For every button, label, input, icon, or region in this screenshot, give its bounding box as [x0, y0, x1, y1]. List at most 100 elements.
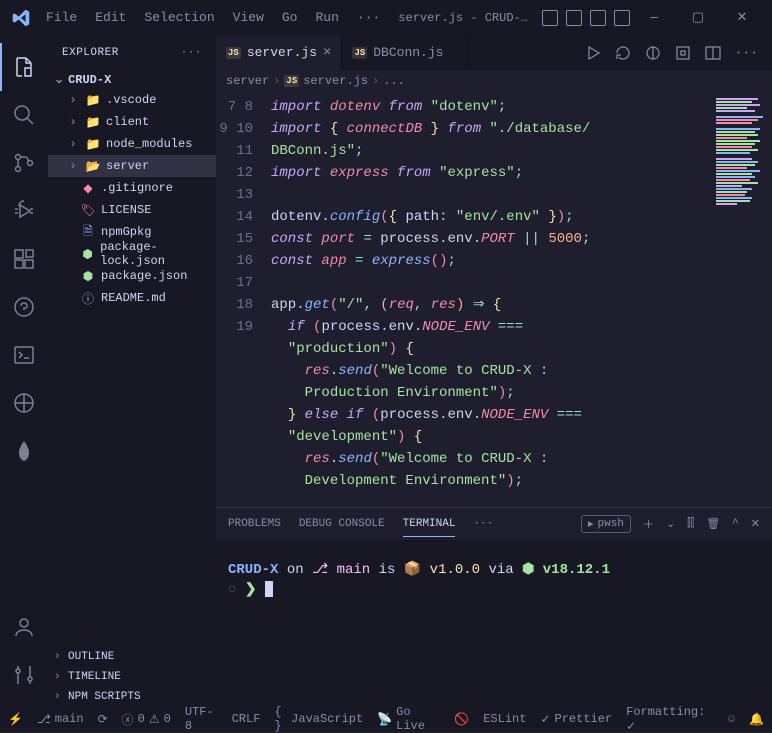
layout-fullscreen-icon[interactable] — [614, 10, 630, 26]
activity-debug-icon[interactable] — [0, 187, 48, 235]
terminal-kill-icon[interactable]: 🗑 — [706, 517, 720, 531]
tab-dbconn-js[interactable]: JS DBConn.js × — [342, 35, 468, 70]
activity-extensions-icon[interactable] — [0, 235, 48, 283]
status-formatting[interactable]: Formatting: ✓ — [626, 705, 714, 733]
activity-bar — [0, 35, 48, 707]
package-icon: 📦 — [404, 562, 421, 578]
breadcrumb-item[interactable]: server — [226, 74, 269, 88]
run-icon[interactable] — [585, 45, 601, 61]
activity-azure-icon[interactable] — [0, 379, 48, 427]
section-timeline[interactable]: TIMELINE — [48, 667, 216, 687]
tree-file-gitignore[interactable]: ◆.gitignore — [48, 177, 216, 199]
activity-source-control-icon[interactable] — [0, 139, 48, 187]
menu-edit[interactable]: Edit — [87, 6, 134, 29]
tree-file-license[interactable]: 🏷LICENSE — [48, 199, 216, 221]
tree-folder-node-modules[interactable]: ›📁node_modules — [48, 133, 216, 155]
panel-tab-problems[interactable]: PROBLEMS — [228, 512, 281, 536]
status-remote[interactable]: ⚡ — [8, 712, 23, 727]
sidebar-root[interactable]: ⌄ CRUD-X — [48, 70, 216, 89]
tab-close-icon[interactable]: × — [323, 45, 331, 61]
section-outline[interactable]: OUTLINE — [48, 647, 216, 667]
status-go-live[interactable]: 📡 Go Live — [377, 705, 440, 733]
status-encoding[interactable]: UTF-8 — [185, 705, 218, 733]
split-icon[interactable] — [705, 45, 721, 61]
breadcrumb-item[interactable]: server.js — [303, 74, 368, 88]
status-bell-icon[interactable]: 🔔 — [749, 705, 764, 733]
reload-icon[interactable] — [615, 45, 631, 61]
tree-file-pkglock[interactable]: ⬢package-lock.json — [48, 243, 216, 265]
branch-icon: ⎇ — [312, 562, 328, 578]
terminal-branch: main — [337, 562, 371, 578]
sidebar: EXPLORER ··· ⌄ CRUD-X ›📁.vscode ›📁client… — [48, 35, 216, 707]
activity-mongodb-icon[interactable] — [0, 427, 48, 475]
activity-search-icon[interactable] — [0, 91, 48, 139]
panel-tab-terminal[interactable]: TERMINAL — [403, 512, 456, 537]
tree-label: node_modules — [106, 137, 192, 151]
terminal-shell-selector[interactable]: ▸ pwsh — [581, 515, 631, 533]
terminal-dropdown-icon[interactable]: ⌄ — [666, 517, 675, 531]
status-eslint[interactable]: ESLint — [483, 705, 526, 733]
tree-file-pkg[interactable]: ⬢package.json — [48, 265, 216, 287]
window-title: server.js - CRUD-X - Visual Stu... — [388, 11, 540, 25]
menu-view[interactable]: View — [225, 6, 272, 29]
breadcrumb-item[interactable]: ... — [383, 74, 405, 88]
stop-icon[interactable] — [675, 45, 691, 61]
layout-bottom-icon[interactable] — [566, 10, 582, 26]
tree-label: server — [106, 159, 149, 173]
terminal-text: is — [379, 562, 396, 578]
terminal[interactable]: CRUD-X on ⎇ main is 📦 v1.0.0 via ⬢ v18.1… — [216, 540, 772, 707]
menu-go[interactable]: Go — [274, 6, 306, 29]
chevron-right-icon: › — [273, 74, 280, 88]
code-editor[interactable]: 7 8 9 10 11 12 13 14 15 16 17 18 19 impo… — [216, 92, 772, 507]
minimap[interactable] — [712, 92, 772, 507]
status-branch[interactable]: ⎇ main — [37, 712, 84, 727]
tree-folder-vscode[interactable]: ›📁.vscode — [48, 89, 216, 111]
status-prettier[interactable]: ✓ Prettier — [540, 705, 612, 733]
sidebar-root-label: CRUD-X — [68, 73, 111, 87]
tab-server-js[interactable]: JS server.js × — [216, 35, 342, 70]
panel-tab-more[interactable]: ··· — [473, 512, 493, 536]
activity-settings-icon[interactable] — [0, 651, 48, 699]
terminal-split-icon[interactable]: ⫿⫿ — [687, 518, 694, 530]
sidebar-title: EXPLORER — [62, 47, 119, 59]
minimize-button[interactable]: — — [632, 3, 676, 33]
terminal-close-icon[interactable]: ✕ — [751, 517, 760, 531]
status-problems[interactable]: ⓧ 0 ⚠ 0 — [122, 711, 171, 728]
menu-bar: File Edit Selection View Go Run ··· — [38, 6, 388, 29]
menu-file[interactable]: File — [38, 6, 85, 29]
layout-right-icon[interactable] — [590, 10, 606, 26]
line-gutter: 7 8 9 10 11 12 13 14 15 16 17 18 19 — [216, 92, 271, 507]
activity-account-icon[interactable] — [0, 603, 48, 651]
sidebar-more-icon[interactable]: ··· — [181, 47, 202, 59]
breadcrumbs[interactable]: server › JS server.js › ... — [216, 70, 772, 92]
status-feedback-icon[interactable]: ☺ — [728, 705, 735, 733]
compare-icon[interactable] — [645, 45, 661, 61]
panel-tabs: PROBLEMS DEBUG CONSOLE TERMINAL ··· ▸ pw… — [216, 508, 772, 540]
status-eol[interactable]: CRLF — [232, 705, 261, 733]
status-eslint-disabled[interactable]: 🚫 — [454, 705, 469, 733]
code-content[interactable]: import dotenv from "dotenv"; import { co… — [271, 92, 712, 507]
activity-quokka-icon[interactable] — [0, 283, 48, 331]
terminal-maximize-icon[interactable]: ^ — [732, 518, 739, 530]
status-language[interactable]: { } JavaScript — [274, 705, 363, 733]
activity-explorer-icon[interactable] — [0, 43, 48, 91]
tree-file-readme[interactable]: ⓘREADME.md — [48, 287, 216, 309]
menu-more[interactable]: ··· — [349, 6, 388, 29]
menu-run[interactable]: Run — [307, 6, 346, 29]
menu-selection[interactable]: Selection — [136, 6, 222, 29]
status-sync[interactable]: ⟳ — [98, 712, 108, 727]
tab-label: server.js — [247, 45, 317, 60]
terminal-version: v1.0.0 — [430, 562, 480, 578]
terminal-new-icon[interactable]: ＋ — [643, 516, 654, 532]
layout-left-icon[interactable] — [542, 10, 558, 26]
chevron-right-icon: › — [372, 74, 379, 88]
tree-folder-server[interactable]: ›📂server — [48, 155, 216, 177]
maximize-button[interactable]: ▢ — [676, 3, 720, 33]
terminal-text: via — [489, 562, 514, 578]
editor-more-icon[interactable]: ··· — [735, 45, 758, 60]
terminal-node-version: v18.12.1 — [543, 562, 610, 578]
tree-folder-client[interactable]: ›📁client — [48, 111, 216, 133]
panel-tab-debug[interactable]: DEBUG CONSOLE — [299, 512, 385, 536]
activity-console-icon[interactable] — [0, 331, 48, 379]
close-button[interactable]: ✕ — [720, 3, 764, 33]
